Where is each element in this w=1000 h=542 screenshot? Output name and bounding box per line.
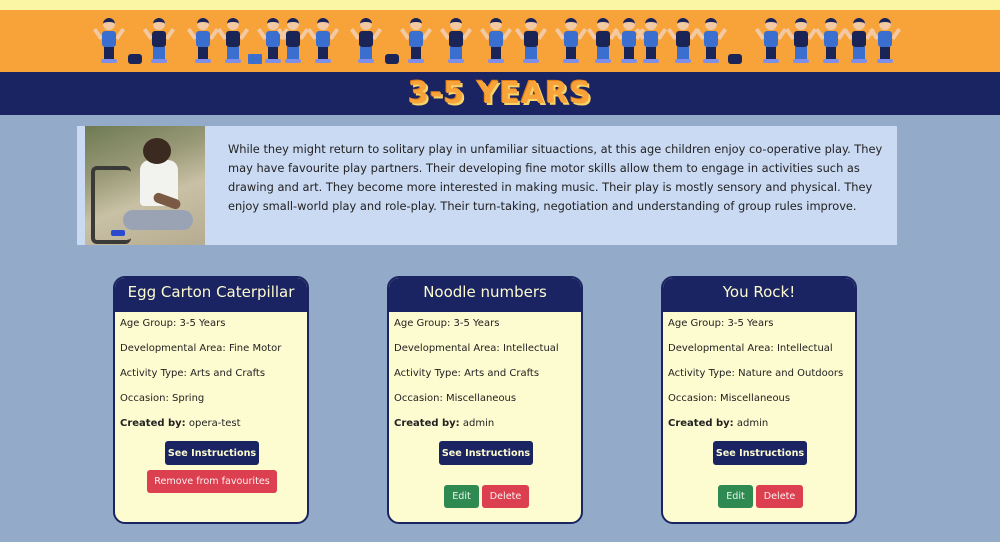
toy-icon — [128, 54, 142, 64]
child-figure-icon — [216, 18, 250, 66]
occasion-row: Occasion: Spring — [120, 393, 205, 404]
edit-button[interactable]: Edit — [444, 485, 479, 508]
card-title: Egg Carton Caterpillar — [115, 278, 307, 312]
child-figure-icon — [634, 18, 668, 66]
activity-type-row: Activity Type: Arts and Crafts — [394, 368, 540, 379]
child-figure-icon — [92, 18, 126, 66]
created-by-value: admin — [462, 418, 495, 429]
created-by-value: opera-test — [188, 418, 241, 429]
dev-area-value: Intellectual — [776, 343, 833, 354]
page-title: 3-5 YEARS — [408, 76, 592, 111]
top-strip — [0, 0, 1000, 10]
activity-card: Egg Carton Caterpillar Age Group: 3-5 Ye… — [113, 276, 309, 524]
dev-area-value: Fine Motor — [228, 343, 282, 354]
delete-button[interactable]: Delete — [756, 485, 803, 508]
created-by-row: Created by: opera-test — [120, 418, 241, 429]
toy-icon — [385, 54, 399, 64]
activity-type-row: Activity Type: Arts and Crafts — [120, 368, 266, 379]
dev-area-row: Developmental Area: Fine Motor — [120, 343, 282, 354]
toy-block-icon — [248, 54, 262, 64]
created-by-value: admin — [736, 418, 769, 429]
child-figure-icon — [306, 18, 340, 66]
child-figure-icon — [694, 18, 728, 66]
occasion-value: Spring — [172, 393, 205, 404]
child-figure-icon — [399, 18, 433, 66]
child-figure-icon — [612, 18, 646, 66]
activity-type-row: Activity Type: Nature and Outdoors — [668, 368, 844, 379]
child-figure-icon — [868, 18, 902, 66]
created-by-row: Created by: admin — [394, 418, 495, 429]
child-figure-icon — [349, 18, 383, 66]
occasion-value: Miscellaneous — [446, 393, 517, 404]
dev-area-value: Intellectual — [502, 343, 559, 354]
intro-text: While they might return to solitary play… — [228, 142, 883, 213]
age-group-row: Age Group: 3-5 Years — [668, 318, 774, 329]
child-figure-icon — [514, 18, 548, 66]
child-figure-icon — [479, 18, 513, 66]
edit-button[interactable]: Edit — [718, 485, 753, 508]
child-figure-icon — [186, 18, 220, 66]
toy-icon — [728, 54, 742, 64]
see-instructions-button[interactable]: See Instructions — [439, 441, 533, 465]
age-group-value: 3-5 Years — [727, 318, 774, 329]
activity-type-value: Arts and Crafts — [464, 368, 540, 379]
child-figure-icon — [586, 18, 620, 66]
age-group-row: Age Group: 3-5 Years — [394, 318, 500, 329]
child-figure-icon — [142, 18, 176, 66]
child-figure-icon — [784, 18, 818, 66]
created-by-row: Created by: admin — [668, 418, 769, 429]
card-title: You Rock! — [663, 278, 855, 312]
kids-banner-illustration — [0, 10, 1000, 72]
intro-section: While they might return to solitary play… — [77, 126, 897, 245]
occasion-row: Occasion: Miscellaneous — [394, 393, 517, 404]
activity-type-value: Nature and Outdoors — [738, 368, 844, 379]
occasion-row: Occasion: Miscellaneous — [668, 393, 791, 404]
title-bar: 3-5 YEARS — [0, 72, 1000, 115]
child-figure-icon — [554, 18, 588, 66]
dev-area-row: Developmental Area: Intellectual — [394, 343, 559, 354]
child-figure-icon — [666, 18, 700, 66]
child-figure-icon — [842, 18, 876, 66]
child-figure-icon — [439, 18, 473, 66]
child-figure-icon — [754, 18, 788, 66]
activity-type-value: Arts and Crafts — [190, 368, 266, 379]
see-instructions-button[interactable]: See Instructions — [165, 441, 259, 465]
child-figure-icon — [276, 18, 310, 66]
see-instructions-button[interactable]: See Instructions — [713, 441, 807, 465]
child-playing-photo — [85, 126, 205, 245]
child-figure-icon — [814, 18, 848, 66]
activity-card: You Rock! Age Group: 3-5 Years Developme… — [661, 276, 857, 524]
occasion-value: Miscellaneous — [720, 393, 791, 404]
age-group-value: 3-5 Years — [453, 318, 500, 329]
child-figure-icon — [256, 18, 290, 66]
activity-card: Noodle numbers Age Group: 3-5 Years Deve… — [387, 276, 583, 524]
remove-from-favourites-button[interactable]: Remove from favourites — [147, 470, 277, 493]
delete-button[interactable]: Delete — [482, 485, 529, 508]
age-group-row: Age Group: 3-5 Years — [120, 318, 226, 329]
card-title: Noodle numbers — [389, 278, 581, 312]
dev-area-row: Developmental Area: Intellectual — [668, 343, 833, 354]
age-group-value: 3-5 Years — [179, 318, 226, 329]
